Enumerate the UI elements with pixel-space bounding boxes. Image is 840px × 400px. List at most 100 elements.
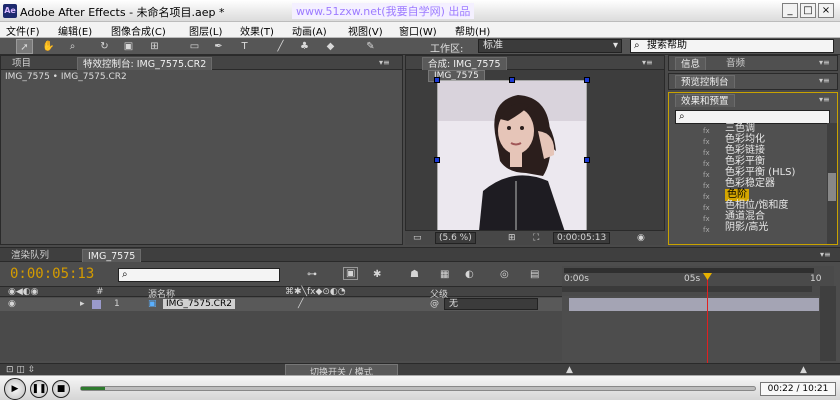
graph-editor-icon[interactable]: ▤ xyxy=(530,269,539,280)
window-title: Adobe After Effects - 未命名项目.aep * xyxy=(20,6,225,19)
minimize-button[interactable]: _ xyxy=(782,3,798,18)
layer-search-input[interactable]: ⌕ xyxy=(118,268,280,282)
current-time[interactable]: 0:00:05:13 xyxy=(10,266,94,282)
crop-icon[interactable]: ⛶ xyxy=(533,233,539,243)
work-area-bar[interactable] xyxy=(564,268,814,273)
parent-dropdown[interactable]: 无 xyxy=(444,298,538,310)
tab-project[interactable]: 项目 xyxy=(7,57,36,70)
motion-blur-icon[interactable]: ◐ xyxy=(465,269,474,280)
effect-icon: fx xyxy=(703,226,710,234)
zoom-dropdown[interactable]: (5.6 %) xyxy=(435,232,476,244)
resize-handle[interactable] xyxy=(584,157,590,163)
comp-mini-flowchart-icon[interactable]: ▣ xyxy=(343,267,359,280)
menu-view[interactable]: 视图(V) xyxy=(348,23,383,38)
project-tabbar: 项目 特效控制台: IMG_7575.CR2 ▾≡ xyxy=(1,56,402,70)
menu-edit[interactable]: 编辑(E) xyxy=(58,23,92,38)
panel-menu-icon[interactable]: ▾≡ xyxy=(642,58,653,67)
menu-layer[interactable]: 图层(L) xyxy=(189,23,222,38)
menu-animation[interactable]: 动画(A) xyxy=(292,23,327,38)
panel-menu-icon[interactable]: ▾≡ xyxy=(819,58,830,67)
pen-tool-icon[interactable]: ✒ xyxy=(210,39,227,54)
composition-viewer[interactable] xyxy=(437,80,587,240)
table-row[interactable]: ◉ ▸ 1 ▣ IMG_7575.CR2 ╱ @ 无 xyxy=(0,298,562,311)
visibility-icon[interactable]: ◉ xyxy=(8,299,16,309)
expand-triangle-icon[interactable]: ▸ xyxy=(80,299,85,309)
region-icon[interactable]: ▭ xyxy=(413,233,422,243)
timeline-tabbar: 渲染队列 IMG_7575 ▾≡ xyxy=(0,248,840,262)
tab-effect-controls[interactable]: 特效控制台: IMG_7575.CR2 xyxy=(77,57,213,70)
menu-file[interactable]: 文件(F) xyxy=(6,23,40,38)
toggle-panes-icon[interactable]: ⊡ ◫ ⇳ xyxy=(6,365,35,375)
text-tool-icon[interactable]: T xyxy=(236,39,253,54)
resize-handle[interactable] xyxy=(434,157,440,163)
effects-search-input[interactable]: ⌕ xyxy=(675,110,830,124)
layer-name[interactable]: IMG_7575.CR2 xyxy=(163,299,235,309)
tab-render-queue[interactable]: 渲染队列 xyxy=(6,249,54,262)
brainstorm-icon[interactable]: ◎ xyxy=(500,269,509,280)
quality-switch-icon[interactable]: ╱ xyxy=(298,299,303,309)
compress-icon[interactable]: ⊶ xyxy=(307,269,317,280)
menu-window[interactable]: 窗口(W) xyxy=(399,23,437,38)
resize-handle[interactable] xyxy=(509,77,515,83)
zoom-tool-icon[interactable]: ⌕ xyxy=(64,39,81,54)
scrollbar-thumb[interactable] xyxy=(828,173,836,201)
tab-info[interactable]: 信息 xyxy=(675,57,707,70)
menu-help[interactable]: 帮助(H) xyxy=(455,23,490,38)
eraser-tool-icon[interactable]: ◆ xyxy=(322,39,339,54)
progress-fill xyxy=(81,387,105,390)
tab-preview[interactable]: 预览控制台 xyxy=(675,75,735,88)
zoom-in-icon[interactable]: ▲ xyxy=(800,365,807,375)
rotate-tool-icon[interactable]: ↻ xyxy=(96,39,113,54)
switches-icon: ⌘✱╲fx◆⊙◐◔ xyxy=(285,287,346,297)
time-ruler[interactable]: 0:00s 05s 10 xyxy=(562,266,834,296)
camera-tool-icon[interactable]: ▣ xyxy=(120,39,137,54)
label-color-swatch[interactable] xyxy=(92,300,101,309)
current-time-indicator[interactable] xyxy=(707,274,708,366)
resize-handle[interactable] xyxy=(434,77,440,83)
puppet-tool-icon[interactable]: ✎ xyxy=(362,39,379,54)
snapshot-icon[interactable]: ◉ xyxy=(637,233,645,243)
draft-3d-icon[interactable]: ✱ xyxy=(373,269,381,280)
clone-stamp-tool-icon[interactable]: ♣ xyxy=(296,39,313,54)
selection-tool-icon[interactable]: ➚ xyxy=(16,39,33,54)
tab-effects-presets[interactable]: 效果和预置 xyxy=(675,94,735,107)
tab-timeline-comp[interactable]: IMG_7575 xyxy=(82,249,142,262)
pause-icon[interactable]: ❚❚ xyxy=(30,380,48,398)
layer-duration-bar[interactable] xyxy=(569,298,819,311)
panel-menu-icon[interactable]: ▾≡ xyxy=(379,58,390,67)
maximize-button[interactable]: □ xyxy=(800,3,816,18)
workspace-dropdown[interactable]: 标准 ▾ xyxy=(478,39,622,53)
parent-spiral-icon[interactable]: @ xyxy=(430,299,439,309)
workspace-label: 工作区: xyxy=(430,44,464,55)
effects-scrollbar[interactable] xyxy=(827,123,837,244)
menu-effect[interactable]: 效果(T) xyxy=(240,23,274,38)
timeline-scrollbar[interactable] xyxy=(820,286,836,361)
frame-blending-icon[interactable]: ▦ xyxy=(440,269,449,280)
pan-behind-tool-icon[interactable]: ⊞ xyxy=(146,39,163,54)
stop-icon[interactable]: ■ xyxy=(52,380,70,398)
hand-tool-icon[interactable]: ✋ xyxy=(40,39,57,54)
panel-menu-icon[interactable]: ▾≡ xyxy=(819,95,830,104)
brush-tool-icon[interactable]: ╱ xyxy=(272,39,289,54)
play-icon[interactable]: ▶ xyxy=(4,378,26,400)
chevron-down-icon: ▾ xyxy=(612,40,618,51)
close-button[interactable]: × xyxy=(818,3,834,18)
navigator-bar[interactable] xyxy=(562,286,812,292)
menu-composition[interactable]: 图像合成(C) xyxy=(111,23,166,38)
panel-menu-icon[interactable]: ▾≡ xyxy=(819,76,830,85)
rectangle-tool-icon[interactable]: ▭ xyxy=(186,39,203,54)
help-search-input[interactable]: ⌕ 搜索帮助 xyxy=(630,39,834,53)
zoom-out-icon[interactable]: ▲ xyxy=(566,365,573,375)
effect-icon: fx xyxy=(703,193,710,201)
tab-audio[interactable]: 音频 xyxy=(721,57,750,70)
grid-icon[interactable]: ⊞ xyxy=(508,233,516,243)
panel-menu-icon[interactable]: ▾≡ xyxy=(820,250,831,259)
effect-item-shadow-highlight[interactable]: fx 阴影/高光 xyxy=(669,222,819,234)
info-panel: 信息 音频 ▾≡ xyxy=(668,55,838,71)
shy-icon[interactable]: ☗ xyxy=(410,269,419,280)
tab-composition[interactable]: 合成: IMG_7575 xyxy=(422,57,507,70)
comp-timecode[interactable]: 0:00:05:13 xyxy=(553,232,611,244)
resize-handle[interactable] xyxy=(584,77,590,83)
progress-track[interactable] xyxy=(80,386,756,391)
effect-icon: fx xyxy=(703,127,710,135)
